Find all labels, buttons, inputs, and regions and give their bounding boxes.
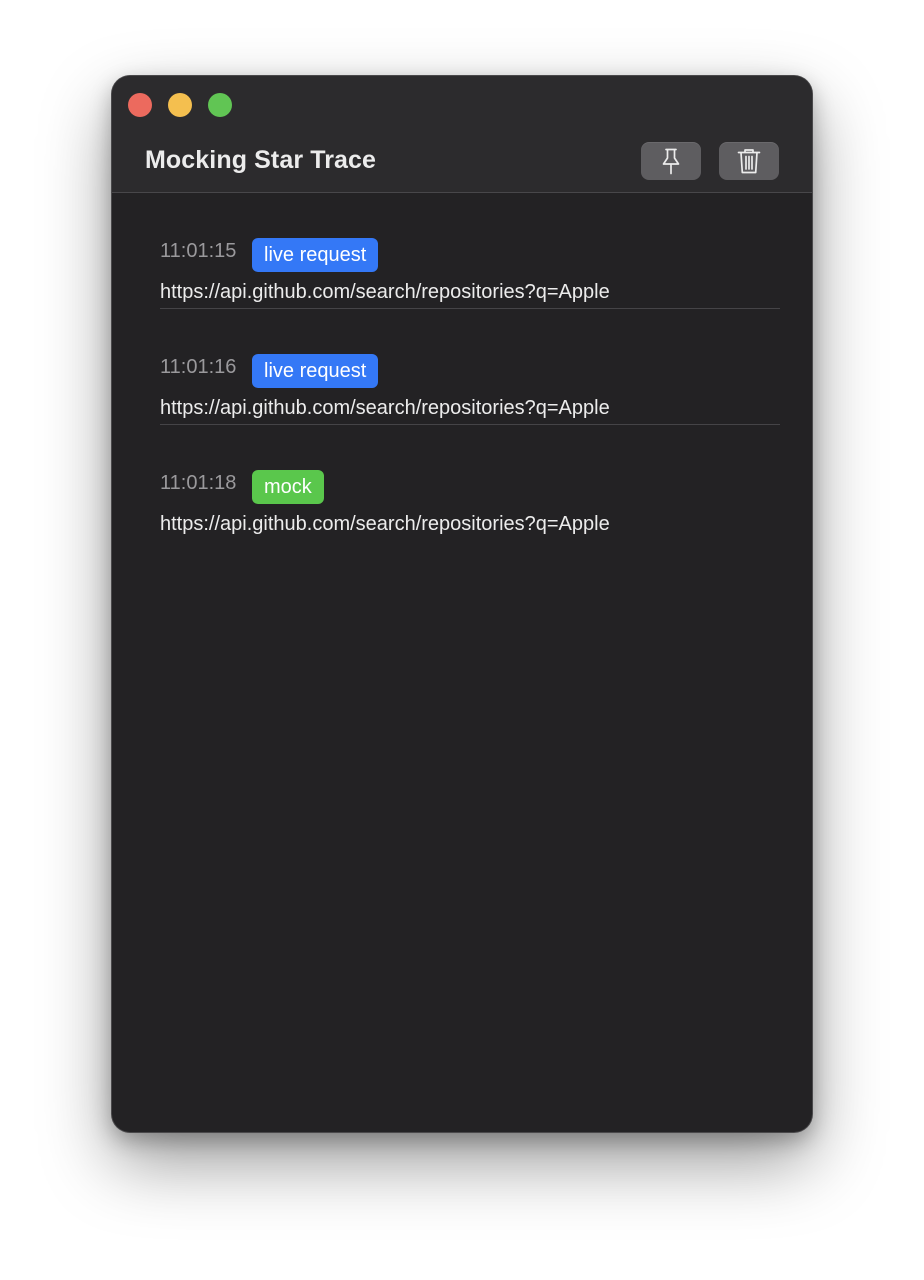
title-bar[interactable]: Mocking Star Trace [112,76,812,193]
close-window-button[interactable] [128,93,152,117]
app-window: Mocking Star Trace 11:01:15 live request… [112,76,812,1132]
entry-type-badge: live request [252,354,379,388]
entry-url: https://api.github.com/search/repositori… [160,397,610,419]
entry-type-badge: live request [252,238,379,272]
entry-time: 11:01:15 [160,240,237,262]
window-title: Mocking Star Trace [145,146,377,174]
trace-entry[interactable]: 11:01:16 live request https://api.github… [160,309,780,425]
pin-button[interactable] [641,142,701,180]
entry-type-badge: mock [252,470,324,504]
minimize-window-button[interactable] [168,93,192,117]
trace-list: 11:01:15 live request https://api.github… [160,193,780,541]
clear-trace-button[interactable] [719,142,779,180]
trash-icon [736,147,762,175]
zoom-window-button[interactable] [208,93,232,117]
entry-time: 11:01:18 [160,472,237,494]
entry-time: 11:01:16 [160,356,237,378]
entry-url: https://api.github.com/search/repositori… [160,281,610,303]
pin-icon [659,147,683,175]
trace-entry[interactable]: 11:01:18 mock https://api.github.com/sea… [160,425,780,541]
entry-url: https://api.github.com/search/repositori… [160,513,610,535]
trace-entry[interactable]: 11:01:15 live request https://api.github… [160,193,780,309]
